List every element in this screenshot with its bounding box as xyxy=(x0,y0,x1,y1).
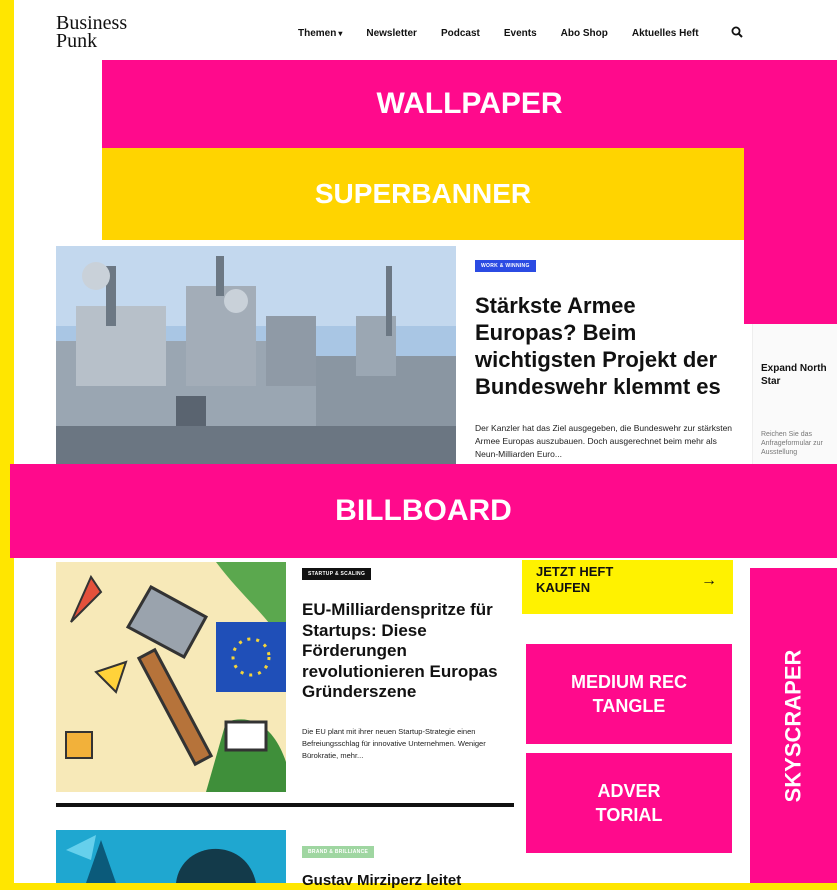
advertorial-ad[interactable]: ADVER TORIAL xyxy=(526,753,732,853)
category-tag[interactable]: WORK & WINNING xyxy=(475,260,536,272)
category-tag[interactable]: STARTUP & SCALING xyxy=(302,568,372,580)
article-image-portrait[interactable] xyxy=(56,830,286,883)
advertorial-label-1: ADVER xyxy=(597,781,661,801)
article-headline[interactable]: Gustav Mirziperz leitet xyxy=(302,872,512,890)
medium-rectangle-label-2: TANGLE xyxy=(592,696,666,716)
skyscraper-ad[interactable]: SKYSCRAPER xyxy=(750,568,837,883)
hero-headline[interactable]: Stärkste Armee Europas? Beim wichtigsten… xyxy=(475,292,737,400)
wallpaper-ad-right[interactable] xyxy=(744,148,837,324)
article-image-hammer-chains[interactable] xyxy=(56,562,286,792)
superbanner-label: SUPERBANNER xyxy=(314,178,532,209)
hammer-illustration xyxy=(56,562,286,792)
buy-magazine-label: JETZT HEFT KAUFEN xyxy=(536,564,614,595)
buy-magazine-button[interactable]: JETZT HEFT KAUFEN → xyxy=(522,560,733,614)
nav-item-aktuelles-heft[interactable]: Aktuelles Heft xyxy=(632,28,699,39)
sidebar-teaser[interactable]: Expand North Star Reichen Sie das Anfrag… xyxy=(752,324,837,464)
article-excerpt: Die EU plant mit ihrer neuen Startup-Str… xyxy=(302,727,486,760)
medium-rectangle-ad[interactable]: MEDIUM REC TANGLE xyxy=(526,644,732,744)
section-divider xyxy=(56,803,514,807)
wallpaper-label: WALLPAPER xyxy=(376,87,563,120)
main-nav: Themen ▾ Newsletter Podcast Events Abo Sh… xyxy=(298,28,699,39)
nav-item-podcast[interactable]: Podcast xyxy=(441,28,480,39)
medium-rectangle-label-1: MEDIUM REC xyxy=(571,672,687,692)
teaser-title[interactable]: Expand North Star xyxy=(761,362,837,388)
nav-label-themen: Themen xyxy=(298,28,337,39)
article-headline[interactable]: EU-Milliardenspritze für Startups: Diese… xyxy=(302,600,512,703)
category-tag[interactable]: BRAND & BRILLIANCE xyxy=(302,846,375,858)
billboard-ad[interactable]: BILLBOARD xyxy=(10,464,837,558)
wallpaper-ad[interactable]: WALLPAPER xyxy=(102,60,837,148)
search-icon[interactable] xyxy=(731,26,743,38)
business-punk-logo[interactable]: Business Punk xyxy=(56,13,127,52)
teaser-text: Reichen Sie das Anfrageformular zur Auss… xyxy=(761,431,823,456)
superbanner-ad[interactable]: SUPERBANNER xyxy=(102,148,744,240)
hero-excerpt: Der Kanzler hat das Ziel ausgegeben, die… xyxy=(475,423,733,459)
billboard-label: BILLBOARD xyxy=(335,494,512,527)
portrait-illustration xyxy=(56,830,286,883)
nav-item-events[interactable]: Events xyxy=(504,28,537,39)
nav-item-newsletter[interactable]: Newsletter xyxy=(366,28,417,39)
logo-line-2: Punk xyxy=(56,30,98,52)
advertorial-label-2: TORIAL xyxy=(595,805,663,825)
nav-item-abo-shop[interactable]: Abo Shop xyxy=(561,28,608,39)
chevron-down-icon: ▾ xyxy=(338,29,343,38)
warship-illustration xyxy=(56,246,456,464)
hero-article-card[interactable]: WORK & WINNING Stärkste Armee Europas? B… xyxy=(457,246,744,464)
nav-item-themen[interactable]: Themen ▾ xyxy=(298,28,342,39)
hero-image-warship[interactable] xyxy=(56,246,456,464)
arrow-right-icon: → xyxy=(701,572,717,589)
skyscraper-label: SKYSCRAPER xyxy=(780,649,806,802)
